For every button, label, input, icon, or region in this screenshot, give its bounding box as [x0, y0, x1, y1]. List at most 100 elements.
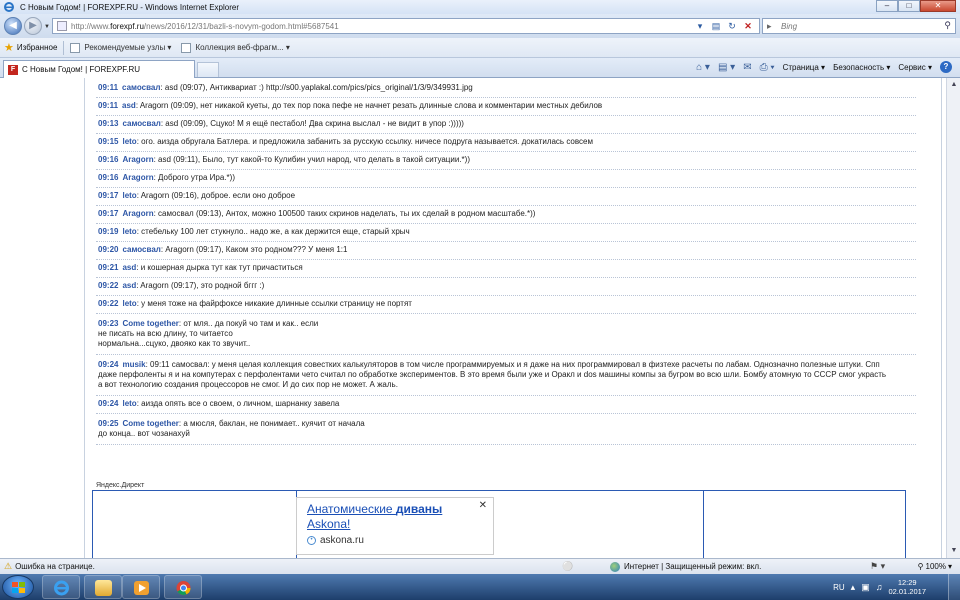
message-time: 09:11: [98, 101, 119, 110]
refresh-icon[interactable]: ↻: [726, 20, 738, 32]
language-indicator[interactable]: RU: [833, 583, 845, 592]
taskbar-explorer[interactable]: [84, 575, 122, 599]
command-bar: ⌂ ▾ ▤ ▾ ✉ ⎙ ▾ Страница ▾ Безопасность ▾ …: [696, 61, 952, 73]
print-icon[interactable]: ⎙ ▾: [760, 62, 775, 73]
message-time: 09:24: [98, 399, 119, 408]
system-tray: RU ▴ ▣ ♫ 12:29 02.01.2017: [833, 574, 926, 600]
mail-icon[interactable]: ✉: [743, 62, 751, 73]
message-author-link[interactable]: самосвал: [122, 83, 160, 92]
maximize-button[interactable]: □: [898, 0, 920, 12]
web-slice-icon: [181, 42, 192, 53]
start-button[interactable]: [2, 575, 34, 599]
safety-menu[interactable]: Безопасность ▾: [833, 63, 890, 72]
forward-button[interactable]: ▶: [24, 17, 42, 35]
help-icon[interactable]: ?: [940, 61, 952, 73]
history-dropdown-icon[interactable]: ▼: [44, 24, 50, 30]
message-author-link[interactable]: leto: [122, 299, 136, 308]
new-tab-button[interactable]: [197, 62, 219, 77]
zoom-control[interactable]: ⚲ 100% ▾: [918, 562, 952, 571]
scroll-up-icon[interactable]: ▲: [947, 78, 960, 92]
message-author-link[interactable]: самосвал: [122, 119, 160, 128]
home-icon[interactable]: ⌂ ▾: [696, 62, 710, 73]
address-row: ◀ ▶ ▼ http://www.forexpf.ru/news/2016/12…: [0, 14, 960, 38]
message-text: : Aragorn (09:17), это родной бггг :): [136, 281, 265, 290]
chat-message: 09:16 Aragorn: Доброго утра Ира.*)): [96, 170, 916, 188]
favorites-item-suggested[interactable]: Рекомендуемые узлы ▾: [70, 42, 171, 53]
feeds-icon[interactable]: ▤ ▾: [718, 62, 735, 73]
message-author-link[interactable]: Aragorn: [122, 209, 153, 218]
message-text: : от мля.. да покуй чо там и как.. если: [178, 319, 319, 328]
protected-mode-icon[interactable]: ⚑ ▾: [870, 561, 885, 572]
chat-message: 09:24 musik: 09:11 самосвал: у меня целая…: [96, 355, 916, 396]
compatibility-view-icon[interactable]: ▤: [710, 20, 722, 32]
message-text: : стебельку 100 лет стукнуло.. надо же, …: [136, 227, 410, 236]
message-author-link[interactable]: leto: [122, 399, 136, 408]
message-text: : Aragorn (09:17), Каком это родном??? У…: [160, 245, 348, 254]
globe-icon: [610, 561, 620, 572]
message-time: 09:15: [98, 137, 119, 146]
minimize-button[interactable]: –: [876, 0, 898, 12]
message-author-link[interactable]: asd: [122, 281, 136, 290]
close-button[interactable]: ✕: [920, 0, 956, 12]
scroll-down-icon[interactable]: ▼: [947, 544, 960, 558]
popup-blocker-icon[interactable]: ⚪: [562, 561, 573, 572]
message-author-link[interactable]: Aragorn: [122, 155, 153, 164]
message-author-link[interactable]: musik: [122, 360, 145, 369]
chat-message: 09:20 самосвал: Aragorn (09:17), Каком эт…: [96, 242, 916, 260]
message-author-link[interactable]: leto: [122, 191, 136, 200]
message-time: 09:17: [98, 191, 119, 200]
back-button[interactable]: ◀: [4, 17, 22, 35]
address-url[interactable]: http://www.forexpf.ru/news/2016/12/31/ba…: [71, 22, 339, 31]
tab-title: С Новым Годом! | FOREXPF.RU: [22, 65, 141, 74]
address-dropdown-icon[interactable]: ▾: [694, 20, 706, 32]
message-author-link[interactable]: Come together: [122, 419, 178, 428]
taskbar-ie[interactable]: [42, 575, 80, 599]
ad-askona[interactable]: Анатомические диваны Askona! ✕ • askona.r…: [296, 497, 494, 555]
message-author-link[interactable]: leto: [122, 137, 136, 146]
message-text: : аизда опять все о своем, о личном, шар…: [136, 399, 340, 408]
chat-message: 09:24 leto: аизда опять все о своем, о ли…: [96, 396, 916, 414]
message-text: : у меня тоже на файрфоксе никакие длинн…: [136, 299, 412, 308]
taskbar-chrome[interactable]: [164, 575, 202, 599]
clock[interactable]: 12:29 02.01.2017: [888, 578, 926, 596]
separator: [63, 40, 65, 55]
star-icon: ★: [4, 42, 14, 54]
folder-icon: [95, 580, 112, 596]
network-icon[interactable]: ▣: [861, 582, 870, 593]
chat-message: 09:21 asd: и кошерная дырка тут как тут п…: [96, 260, 916, 278]
message-author-link[interactable]: самосвал: [122, 245, 160, 254]
ad-domain[interactable]: • askona.ru: [307, 535, 483, 546]
address-bar[interactable]: http://www.forexpf.ru/news/2016/12/31/ba…: [52, 18, 760, 34]
zoom-dropdown-icon: ▾: [947, 562, 952, 571]
message-author-link[interactable]: asd: [122, 263, 136, 272]
search-box[interactable]: ▸ ⚲: [762, 18, 956, 34]
warning-icon[interactable]: ⚠: [4, 561, 12, 572]
message-author-link[interactable]: asd: [122, 101, 136, 110]
stop-icon[interactable]: ✕: [742, 20, 754, 32]
tab-active[interactable]: F С Новым Годом! | FOREXPF.RU: [3, 60, 195, 78]
favorites-button[interactable]: ★ Избранное: [4, 41, 57, 54]
ad-title[interactable]: Анатомические диваны Askona!: [307, 502, 483, 532]
chat-message: 09:17 Aragorn: самосвал (09:13), Антох, м…: [96, 206, 916, 224]
vertical-scrollbar[interactable]: ▲ ▼: [946, 78, 960, 558]
favorites-item-webslices[interactable]: Коллекция веб-фрагм... ▾: [181, 42, 290, 53]
message-author-link[interactable]: leto: [122, 227, 136, 236]
volume-icon[interactable]: ♫: [876, 582, 883, 592]
page-menu[interactable]: Страница ▾: [783, 63, 826, 72]
status-error-text[interactable]: Ошибка на странице.: [15, 562, 95, 571]
message-time: 09:21: [98, 263, 119, 272]
ad-close-icon[interactable]: ✕: [479, 500, 487, 511]
ad-domain-text: askona.ru: [320, 535, 364, 546]
show-hidden-icons-icon[interactable]: ▴: [851, 582, 856, 593]
message-author-link[interactable]: Come together: [122, 319, 178, 328]
chat-message: 09:19 leto: стебельку 100 лет стукнуло.. …: [96, 224, 916, 242]
search-input[interactable]: [781, 21, 941, 31]
message-text: : 09:11 самосвал: у меня целая коллекция…: [145, 360, 880, 369]
message-author-link[interactable]: Aragorn: [122, 173, 153, 182]
show-desktop-button[interactable]: [948, 574, 960, 600]
media-player-icon: [134, 581, 149, 595]
search-icon[interactable]: ⚲: [944, 20, 951, 31]
taskbar-media-player[interactable]: [122, 575, 160, 599]
security-zone[interactable]: Интернет | Защищенный режим: вкл.: [610, 561, 761, 572]
tools-menu[interactable]: Сервис ▾: [898, 63, 932, 72]
